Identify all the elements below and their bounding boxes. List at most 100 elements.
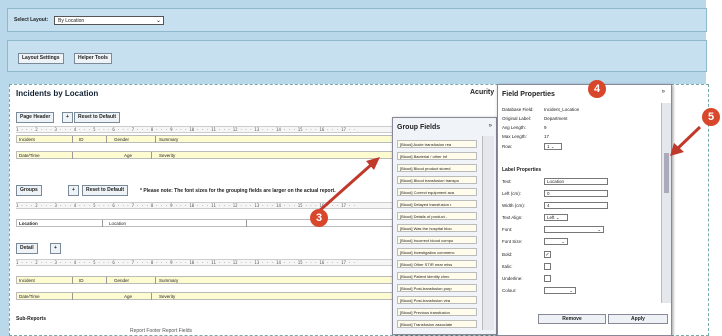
groups-row: Location Location — [16, 219, 396, 227]
text-input[interactable]: Location — [544, 178, 608, 185]
group-fields-title: Group Fields — [397, 124, 441, 131]
callout-3: 3 — [310, 209, 328, 227]
text-align-label: Text Align: — [502, 215, 523, 220]
ruler: 1 · · · 2 · · · 3 · · · 4 · · · 5 · · · … — [16, 126, 396, 133]
field-date-time[interactable]: Date/Time — [17, 152, 73, 159]
apply-button[interactable]: Apply — [608, 314, 668, 324]
group-field-item[interactable]: [Blood] Incorrect blood compo — [397, 236, 477, 244]
underline-checkbox[interactable] — [544, 275, 551, 282]
detail-row-1: Incident ID Gender Summary — [16, 276, 397, 284]
underline-label: Underline: — [502, 276, 523, 281]
row-select[interactable]: 1 ⌄ — [544, 143, 562, 150]
font-select[interactable]: ⌄ — [544, 226, 604, 233]
layout-settings-button[interactable]: Layout Settings — [18, 53, 64, 64]
detail-field-id[interactable]: ID — [77, 277, 107, 284]
add-group-field-button[interactable]: + — [68, 185, 79, 196]
helper-tools-button[interactable]: Helper Tools — [74, 53, 112, 64]
colour-select[interactable]: ⌄ — [544, 287, 576, 294]
avg-length: Avg Length: 9 — [502, 125, 547, 130]
collapse-panel-icon[interactable]: » — [662, 89, 665, 95]
detail-field-summary[interactable]: Summary — [157, 277, 397, 284]
page-header-row-1: Incident ID Gender Summary — [16, 135, 397, 143]
field-severity[interactable]: Severity — [157, 152, 397, 159]
ruler-groups: 1 · · · 2 · · · 3 · · · 4 · · · 5 · · · … — [16, 202, 396, 209]
font-size-select[interactable]: ⌄ — [544, 238, 568, 245]
group-field-item[interactable]: [Blood] Post-transfusion vira — [397, 296, 477, 304]
field-id[interactable]: ID — [77, 136, 107, 143]
group-field-item[interactable]: [Blood] Was the hospital bloo — [397, 224, 477, 232]
group-field-item[interactable]: [Blood] Correct equipment ava — [397, 188, 477, 196]
max-length: Max Length: 17 — [502, 134, 550, 139]
font-label: Font: — [502, 227, 513, 232]
field-gender[interactable]: Gender — [112, 136, 156, 143]
select-layout-label: Select Layout: — [14, 17, 49, 23]
detail-field-date-time[interactable]: Date/Time — [17, 293, 73, 300]
field-location[interactable]: Location — [107, 220, 247, 227]
remove-button[interactable]: Remove — [538, 314, 606, 324]
width-label: Width (cm): — [502, 203, 525, 208]
detail-field-severity[interactable]: Severity — [157, 293, 397, 300]
field-properties-scrollbar[interactable] — [661, 103, 671, 303]
page-header-button[interactable]: Page Header — [16, 112, 55, 123]
colour-label: Colour: — [502, 288, 517, 293]
groups-note: * Please note: The font sizes for the gr… — [140, 188, 336, 194]
group-field-item[interactable]: [Blood] Delayed transfusion r — [397, 200, 477, 208]
bold-label: Bold: — [502, 252, 513, 257]
bold-checkbox[interactable]: ✓ — [544, 251, 551, 258]
report-logo-text: Acurity — [470, 89, 495, 96]
original-label: Original Label: Department — [502, 116, 568, 121]
field-incident[interactable]: Incident — [17, 136, 73, 143]
group-field-item[interactable]: [Blood] Patient identity chec — [397, 272, 477, 280]
settings-panel: Layout Settings Helper Tools — [7, 40, 707, 72]
group-field-item[interactable]: [Blood] Other STIR near miss — [397, 260, 477, 268]
detail-row-2: Date/Time Age Severity — [16, 292, 397, 300]
field-properties-panel: Field Properties » Database Field: Incid… — [497, 84, 672, 336]
left-label: Left (cm): — [502, 191, 522, 196]
detail-field-gender[interactable]: Gender — [112, 277, 156, 284]
callout-4: 4 — [588, 80, 606, 98]
field-location-label[interactable]: Location — [17, 220, 103, 227]
group-fields-scrollbar[interactable] — [482, 136, 494, 330]
reset-page-header-button[interactable]: Reset to Default — [74, 112, 121, 123]
select-layout-dropdown[interactable]: By Location ⌄ — [54, 16, 164, 25]
group-field-item[interactable]: [Blood] Bacterial / other inf — [397, 152, 477, 160]
group-field-item[interactable]: [Blood] Acute transfusion rea — [397, 140, 477, 148]
page-title: Incidents by Location — [16, 89, 99, 98]
group-field-item[interactable]: [Blood] Transfusion associate — [397, 320, 477, 328]
italic-checkbox[interactable] — [544, 263, 551, 270]
field-summary[interactable]: Summary — [157, 136, 397, 143]
groups-button[interactable]: Groups — [16, 185, 42, 196]
width-input[interactable]: 4 — [544, 202, 608, 209]
add-field-button[interactable]: + — [62, 112, 73, 123]
text-align-select[interactable]: Left ⌄ — [544, 214, 568, 221]
scrollbar-thumb[interactable] — [664, 153, 669, 193]
group-field-item[interactable]: [Blood] Blood product stored — [397, 164, 477, 172]
group-field-item[interactable]: [Blood] Post-transfusion purp — [397, 284, 477, 292]
chevron-down-icon: ⌄ — [155, 18, 161, 24]
field-age[interactable]: Age — [122, 152, 152, 159]
report-footer-text: Report Footer Report Fields — [130, 328, 192, 334]
callout-5: 5 — [702, 108, 720, 126]
database-field: Database Field: Incident_Location — [502, 107, 580, 112]
row-label: Row: — [502, 144, 513, 149]
label-properties-heading: Label Properties — [502, 167, 542, 173]
font-size-label: Font Size: — [502, 239, 523, 244]
sub-reports-heading: Sub-Reports — [16, 316, 46, 322]
select-layout-panel: Select Layout: By Location ⌄ — [7, 8, 707, 32]
detail-field-age[interactable]: Age — [122, 293, 152, 300]
ruler-detail: 1 · · · 2 · · · 3 · · · 4 · · · 5 · · · … — [16, 259, 396, 266]
page-header-row-2: Date/Time Age Severity — [16, 151, 397, 159]
left-input[interactable]: 0 — [544, 190, 608, 197]
collapse-icon[interactable]: » — [489, 123, 492, 129]
group-field-item[interactable]: [Blood] Blood transfusion transpo — [397, 176, 477, 184]
text-label: Text: — [502, 179, 512, 184]
group-field-item[interactable]: [Blood] Previous transfusion — [397, 308, 477, 316]
add-detail-field-button[interactable]: + — [50, 243, 61, 254]
italic-label: Italic: — [502, 264, 513, 269]
group-field-item[interactable]: [Blood] Investigation commenc — [397, 248, 477, 256]
detail-button[interactable]: Detail — [16, 243, 38, 254]
reset-groups-button[interactable]: Reset to Default — [82, 185, 129, 196]
group-field-item[interactable]: [Blood] Details of product - — [397, 212, 477, 220]
detail-field-incident[interactable]: Incident — [17, 277, 73, 284]
group-fields-panel: Group Fields » [Blood] Acute transfusion… — [392, 117, 497, 335]
